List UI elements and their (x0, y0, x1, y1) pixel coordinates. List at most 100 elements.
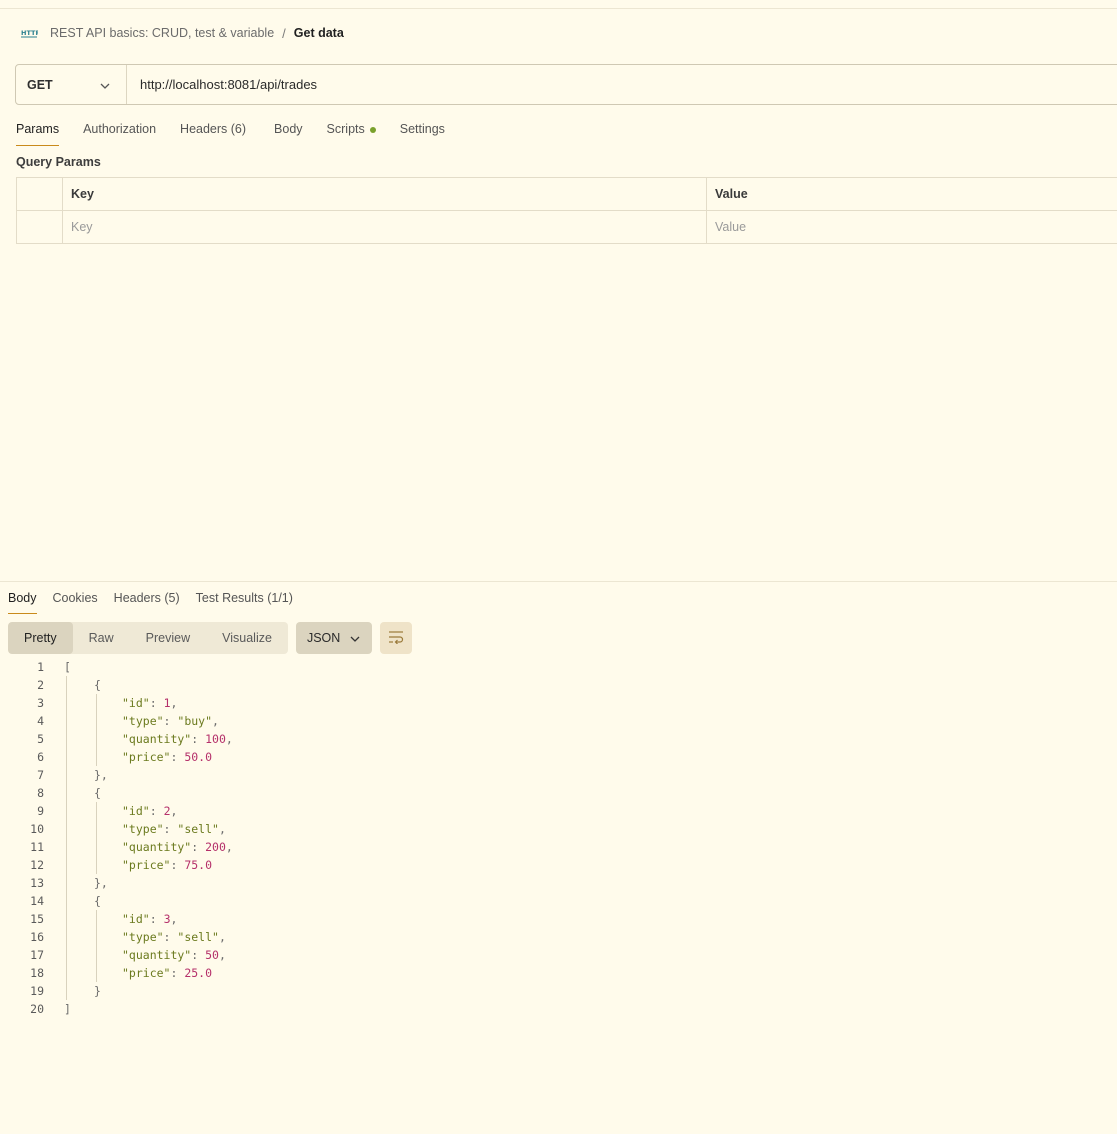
tab-body-label: Body (274, 122, 303, 136)
line-number: 15 (30, 912, 44, 926)
tab-params[interactable]: Params (16, 119, 60, 146)
json-number: 100 (205, 732, 226, 746)
code-line: 6 "price": 50.0 (0, 748, 1117, 766)
code-text: "type": "sell", (122, 822, 226, 836)
json-string: "sell" (177, 930, 219, 944)
code-line: 10 "type": "sell", (0, 820, 1117, 838)
method-select[interactable]: GET (16, 65, 127, 104)
json-colon: : (170, 966, 185, 980)
json-comma: , (170, 696, 178, 710)
tab-headers[interactable]: Headers (6) (180, 119, 246, 146)
scripts-indicator-dot (369, 127, 376, 133)
query-params-table: Key Value (16, 177, 1117, 244)
format-label: JSON (306, 631, 341, 645)
view-pretty-button[interactable]: Pretty (8, 622, 73, 654)
code-line: 17 "quantity": 50, (0, 946, 1117, 964)
tab-response-headers[interactable]: Headers (5) (114, 588, 180, 614)
tab-authorization[interactable]: Authorization (83, 119, 156, 146)
json-colon: : (149, 912, 164, 926)
code-text: "price": 50.0 (122, 750, 212, 764)
json-number: 50.0 (184, 750, 213, 764)
json-punctuation: }, (94, 768, 108, 782)
json-comma: , (218, 930, 226, 944)
json-punctuation: ] (64, 1002, 71, 1016)
line-number: 16 (30, 930, 44, 944)
json-comma: , (170, 804, 178, 818)
code-line: 15 "id": 3, (0, 910, 1117, 928)
code-text: { (94, 786, 101, 800)
line-number: 8 (37, 786, 44, 800)
tab-response-body[interactable]: Body (8, 588, 37, 614)
code-line: 4 "type": "buy", (0, 712, 1117, 730)
line-number: 14 (30, 894, 44, 908)
checkbox-column-header (17, 178, 63, 210)
json-comma: , (170, 912, 178, 926)
breadcrumb-parent-collection[interactable]: REST API basics: CRUD, test & variable (50, 26, 274, 40)
view-visualize-button[interactable]: Visualize (206, 622, 288, 654)
json-key: "quantity" (122, 948, 192, 962)
response-body-code[interactable]: 1[2{3 "id": 1, 4 "type": "buy", 5 "quantity":… (0, 658, 1117, 1018)
line-number: 3 (37, 696, 44, 710)
json-key: "quantity" (122, 840, 192, 854)
json-comma: , (225, 732, 233, 746)
line-number: 20 (30, 1002, 44, 1016)
json-number: 3 (163, 912, 171, 926)
json-punctuation: }, (94, 876, 108, 890)
tab-authorization-label: Authorization (83, 122, 157, 136)
tab-params-label: Params (16, 122, 60, 136)
request-name[interactable]: Get data (294, 26, 344, 40)
json-number: 75.0 (184, 858, 213, 872)
tab-cookies[interactable]: Cookies (53, 588, 98, 614)
code-text: { (94, 678, 101, 692)
chevron-down-icon (100, 77, 110, 92)
json-colon: : (191, 732, 206, 746)
json-key: "quantity" (122, 732, 192, 746)
json-colon: : (170, 750, 185, 764)
code-text: } (94, 984, 101, 998)
view-raw-button[interactable]: Raw (73, 622, 130, 654)
code-line: 9 "id": 2, (0, 802, 1117, 820)
code-text: { (94, 894, 101, 908)
json-comma: , (218, 948, 226, 962)
svg-text:HTTP: HTTP (21, 29, 38, 37)
response-divider[interactable] (0, 581, 1117, 582)
tab-scripts[interactable]: Scripts (327, 119, 376, 146)
json-colon: : (170, 858, 185, 872)
line-number: 6 (37, 750, 44, 764)
json-colon: : (163, 714, 178, 728)
code-text: "type": "sell", (122, 930, 226, 944)
json-key: "price" (122, 858, 171, 872)
line-number: 18 (30, 966, 44, 980)
json-punctuation: } (94, 984, 101, 998)
format-select[interactable]: JSON (295, 622, 372, 654)
json-comma: , (218, 822, 226, 836)
wrap-lines-button[interactable] (379, 622, 412, 654)
json-colon: : (191, 948, 206, 962)
line-number: 7 (37, 768, 44, 782)
param-key-input[interactable] (71, 220, 706, 234)
json-key: "price" (122, 750, 171, 764)
url-input[interactable] (127, 65, 1117, 104)
code-line: 12 "price": 75.0 (0, 856, 1117, 874)
code-line: 7}, (0, 766, 1117, 784)
json-colon: : (149, 804, 164, 818)
url-bar: GET (15, 64, 1117, 105)
json-colon: : (191, 840, 206, 854)
tab-settings-label: Settings (399, 122, 445, 136)
key-cell (63, 211, 707, 243)
view-preview-button[interactable]: Preview (130, 622, 206, 654)
wrap-text-icon (388, 630, 404, 647)
tab-body[interactable]: Body (274, 119, 303, 146)
tab-test-results[interactable]: Test Results (1/1) (196, 588, 293, 614)
json-string: "buy" (177, 714, 213, 728)
param-value-input[interactable] (715, 220, 1117, 234)
tab-settings[interactable]: Settings (400, 119, 445, 146)
code-text: "price": 75.0 (122, 858, 212, 872)
view-mode-switcher: Pretty Raw Preview Visualize (8, 622, 288, 654)
json-key: "id" (122, 912, 150, 926)
top-divider (0, 8, 1117, 9)
code-line: 2{ (0, 676, 1117, 694)
code-line: 14 { (0, 892, 1117, 910)
json-colon: : (163, 930, 178, 944)
table-row (17, 211, 1117, 244)
